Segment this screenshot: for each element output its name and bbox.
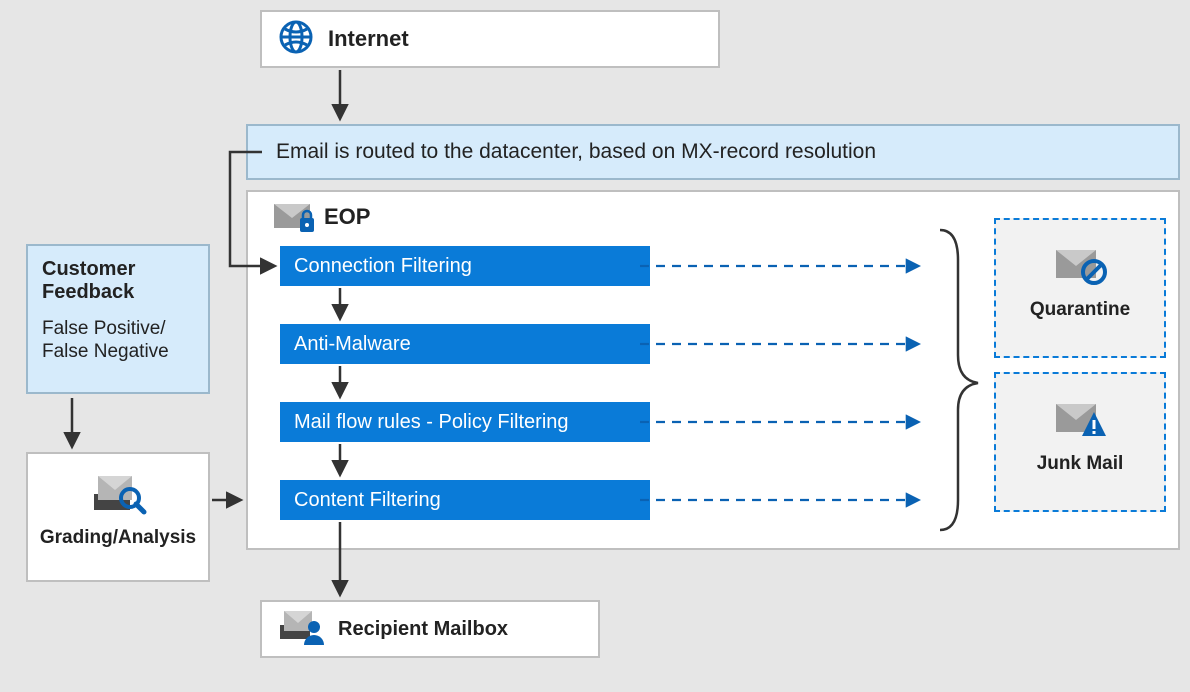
feedback-subtitle: False Positive/ False Negative xyxy=(42,318,194,364)
globe-icon xyxy=(276,17,316,62)
quarantine-label: Quarantine xyxy=(996,299,1164,321)
mail-lock-icon xyxy=(272,200,316,239)
mail-warning-icon xyxy=(996,398,1164,445)
grading-label: Grading/Analysis xyxy=(28,527,208,549)
eop-stage-anti-malware: Anti-Malware xyxy=(280,324,650,364)
stage-label: Anti-Malware xyxy=(294,333,411,356)
stage-label: Connection Filtering xyxy=(294,255,472,278)
routing-banner-text: Email is routed to the datacenter, based… xyxy=(276,140,876,164)
eop-stage-connection-filtering: Connection Filtering xyxy=(280,246,650,286)
mail-search-icon xyxy=(28,470,208,521)
quarantine-box: Quarantine xyxy=(994,218,1166,358)
mail-user-icon xyxy=(276,607,326,652)
recipient-box: Recipient Mailbox xyxy=(260,600,600,658)
stage-label: Mail flow rules - Policy Filtering xyxy=(294,411,569,434)
internet-box: Internet xyxy=(260,10,720,68)
recipient-label: Recipient Mailbox xyxy=(338,618,508,641)
junk-mail-box: Junk Mail xyxy=(994,372,1166,512)
eop-stage-policy-filtering: Mail flow rules - Policy Filtering xyxy=(280,402,650,442)
junk-label: Junk Mail xyxy=(996,453,1164,475)
feedback-box: Customer Feedback False Positive/ False … xyxy=(26,244,210,394)
eop-stage-content-filtering: Content Filtering xyxy=(280,480,650,520)
mail-block-icon xyxy=(996,244,1164,291)
feedback-title: Customer Feedback xyxy=(42,258,194,304)
internet-label: Internet xyxy=(328,26,409,52)
stage-label: Content Filtering xyxy=(294,489,441,512)
routing-banner: Email is routed to the datacenter, based… xyxy=(246,124,1180,180)
eop-title: EOP xyxy=(324,204,370,230)
grading-box: Grading/Analysis xyxy=(26,452,210,582)
